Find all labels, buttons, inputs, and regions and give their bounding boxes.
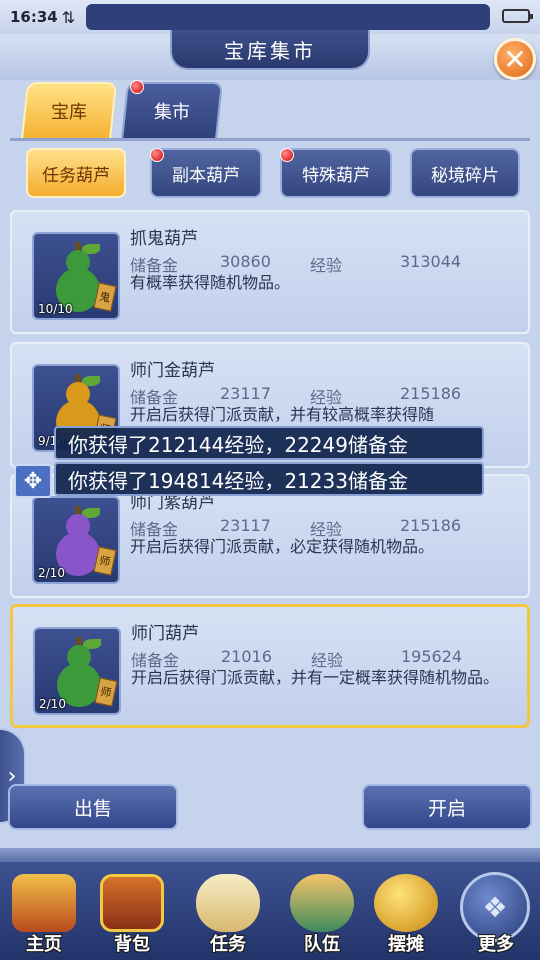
exp-value: 215186: [400, 516, 462, 535]
item-description: 开启后获得门派贡献，必定获得随机物品。: [130, 537, 435, 556]
item-name: 师门葫芦: [131, 624, 199, 644]
nav-home[interactable]: 主页: [2, 868, 86, 958]
tab-treasury-label: 宝库: [51, 102, 87, 123]
status-url-bar: [86, 4, 490, 30]
move-arrows-icon[interactable]: ✥: [14, 464, 52, 498]
nav-home-label: 主页: [26, 934, 62, 955]
team-icon: [290, 874, 354, 932]
dungeon-gourd-badge: [150, 148, 164, 162]
item-description: 开启后获得门派贡献，并有较高概率获得随: [130, 405, 435, 424]
home-icon: [12, 874, 76, 932]
bottom-nav: 主页 背包 任务 队伍 摆摊 ❖ 更多: [0, 862, 540, 960]
exp-value: 313044: [400, 252, 462, 271]
item-name: 抓鬼葫芦: [130, 229, 198, 249]
subtab-secret-fragment[interactable]: 秘境碎片: [410, 148, 520, 198]
nav-bag-label: 背包: [114, 934, 150, 955]
status-bar: 16:34 ⇅: [0, 0, 540, 34]
reward-toast: 你获得了194814经验，21233储备金: [54, 462, 484, 496]
tab-market-label: 集市: [154, 102, 190, 123]
gourd-tag: 师: [93, 546, 117, 576]
market-badge: [130, 80, 144, 94]
exp-value: 215186: [400, 384, 462, 403]
tab-treasury[interactable]: 宝库: [20, 82, 118, 140]
gourd-icon: 师 2/10: [33, 627, 121, 715]
nav-more[interactable]: ❖ 更多: [454, 868, 538, 958]
item-description: 有概率获得随机物品。: [130, 273, 291, 292]
nav-team[interactable]: 队伍: [280, 868, 364, 958]
nav-more-label: 更多: [478, 934, 514, 955]
sell-button[interactable]: 出售: [8, 784, 178, 830]
item-name: 师门金葫芦: [130, 361, 215, 381]
bottom-divider: [0, 848, 540, 862]
gourd-item-sect[interactable]: 师 2/10 师门葫芦 储备金 21016 经验 195624 开启后获得门派贡…: [10, 604, 530, 728]
close-button[interactable]: ✕: [494, 38, 536, 80]
item-count: 2/10: [39, 697, 66, 711]
subtab-task-gourd[interactable]: 任务葫芦: [26, 148, 126, 198]
nav-task[interactable]: 任务: [186, 868, 270, 958]
chest-icon: [100, 874, 164, 932]
gourd-item-ghost[interactable]: 鬼 10/10 抓鬼葫芦 储备金 30860 经验 313044 有概率获得随机…: [10, 210, 530, 334]
item-description: 开启后获得门派贡献，并有一定概率获得随机物品。: [131, 668, 500, 687]
reserve-gold-value: 23117: [220, 516, 271, 535]
special-gourd-badge: [280, 148, 294, 162]
close-icon: ✕: [503, 42, 527, 76]
gourd-tag: 师: [94, 677, 118, 707]
subtab-bar: 任务葫芦 副本葫芦 特殊葫芦 秘境碎片: [0, 146, 540, 202]
gourd-icon: 师 2/10: [32, 496, 120, 584]
reserve-gold-value: 23117: [220, 384, 271, 403]
gourd-icon: 鬼 10/10: [32, 232, 120, 320]
item-count: 2/10: [38, 566, 65, 580]
sync-arrows-icon: ⇅: [61, 7, 76, 27]
open-button[interactable]: 开启: [362, 784, 532, 830]
nav-stall-label: 摆摊: [388, 934, 424, 955]
reward-toast: 你获得了212144经验，22249储备金: [54, 426, 484, 460]
exp-value: 195624: [401, 647, 463, 666]
item-count: 10/10: [38, 302, 73, 316]
nav-team-label: 队伍: [304, 934, 340, 955]
nav-task-label: 任务: [210, 934, 246, 955]
page-title: 宝库集市: [170, 30, 370, 70]
tab-divider: [10, 138, 530, 141]
nav-bag[interactable]: 背包: [90, 868, 174, 958]
reserve-gold-value: 30860: [220, 252, 271, 271]
status-time: 16:34: [10, 8, 58, 26]
coin-icon: [374, 874, 438, 932]
subtab-dungeon-gourd[interactable]: 副本葫芦: [150, 148, 262, 198]
battery-icon: [502, 9, 533, 23]
subtab-special-gourd[interactable]: 特殊葫芦: [280, 148, 392, 198]
nav-stall[interactable]: 摆摊: [364, 868, 448, 958]
scroll-icon: [196, 874, 260, 932]
gourd-tag: 鬼: [93, 282, 117, 312]
reserve-gold-value: 21016: [221, 647, 272, 666]
